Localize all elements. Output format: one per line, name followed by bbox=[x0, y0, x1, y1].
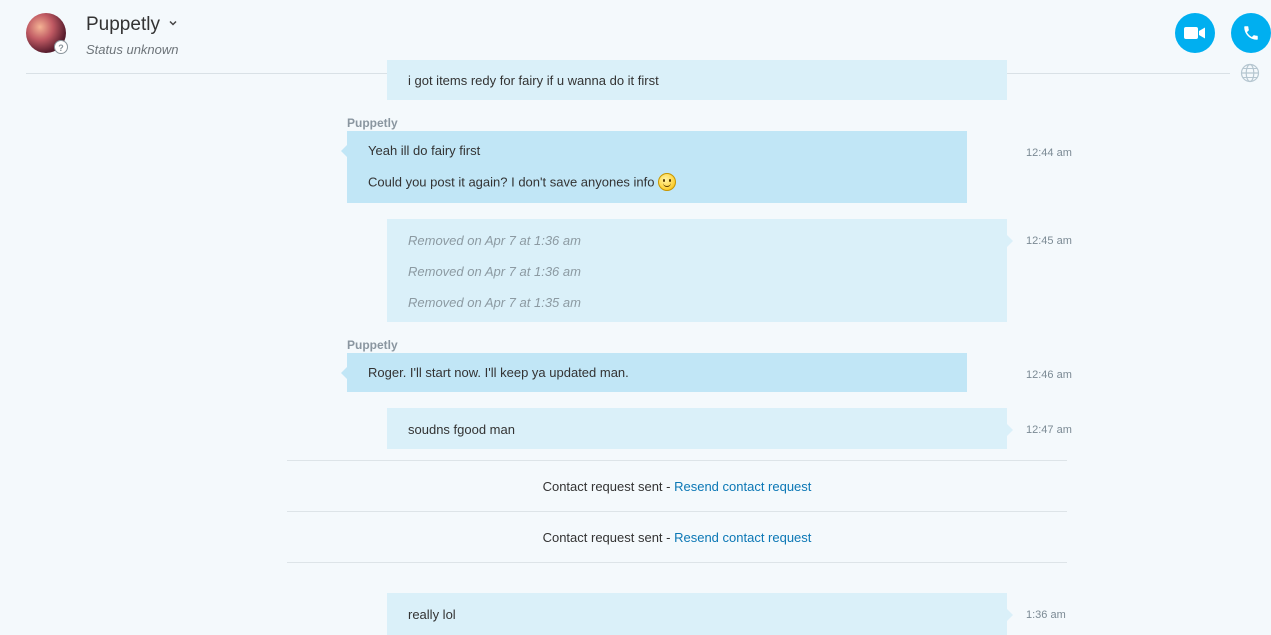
contact-request-notice: Contact request sent - Resend contact re… bbox=[287, 479, 1067, 494]
status-unknown-icon: ? bbox=[54, 40, 68, 54]
message-timestamp: 1:36 am bbox=[1026, 609, 1066, 621]
chevron-down-icon[interactable] bbox=[168, 18, 178, 28]
message-bubble-outgoing[interactable]: Removed on Apr 7 at 1:36 am Removed on A… bbox=[387, 219, 1013, 322]
message-timestamp: 12:45 am bbox=[1026, 235, 1072, 247]
resend-contact-request-link[interactable]: Resend contact request bbox=[674, 479, 811, 494]
phone-icon bbox=[1244, 26, 1258, 40]
message-bubble-outgoing[interactable]: soudns fgood man bbox=[387, 408, 1013, 449]
video-call-button[interactable] bbox=[1175, 13, 1215, 53]
message-text: really lol bbox=[408, 607, 456, 622]
removed-message-text: Removed on Apr 7 at 1:36 am bbox=[408, 233, 581, 248]
message-text: Could you post it again? I don't save an… bbox=[368, 174, 655, 190]
divider bbox=[287, 460, 1067, 461]
contact-request-notice: Contact request sent - Resend contact re… bbox=[287, 530, 1067, 545]
removed-message-text: Removed on Apr 7 at 1:35 am bbox=[408, 295, 581, 310]
message-bubble-incoming[interactable]: Roger. I'll start now. I'll keep ya upda… bbox=[341, 353, 967, 392]
message-text: Yeah ill do fairy first bbox=[368, 143, 481, 158]
message-timestamp: 12:44 am bbox=[1026, 147, 1072, 159]
message-text: i got items redy for fairy if u wanna do… bbox=[408, 73, 659, 88]
video-camera-icon bbox=[1184, 27, 1205, 39]
notice-text: Contact request sent - bbox=[542, 479, 675, 494]
message-timestamp: 12:46 am bbox=[1026, 369, 1072, 381]
message-bubble-incoming[interactable]: Yeah ill do fairy first Could you post i… bbox=[341, 131, 967, 203]
contact-status: Status unknown bbox=[86, 42, 179, 57]
message-text: soudns fgood man bbox=[408, 422, 515, 437]
message-bubble-outgoing[interactable]: i got items redy for fairy if u wanna do… bbox=[387, 60, 1007, 100]
message-text: Roger. I'll start now. I'll keep ya upda… bbox=[368, 365, 629, 380]
notice-text: Contact request sent - bbox=[542, 530, 675, 545]
message-bubble-outgoing[interactable]: really lol bbox=[387, 593, 1013, 635]
message-sender: Puppetly bbox=[347, 116, 398, 130]
resend-contact-request-link[interactable]: Resend contact request bbox=[674, 530, 811, 545]
globe-icon[interactable] bbox=[1240, 63, 1260, 83]
divider bbox=[287, 562, 1067, 563]
divider bbox=[287, 511, 1067, 512]
contact-name[interactable]: Puppetly bbox=[86, 14, 160, 36]
removed-message-text: Removed on Apr 7 at 1:36 am bbox=[408, 264, 581, 279]
message-sender: Puppetly bbox=[347, 338, 398, 352]
message-timestamp: 12:47 am bbox=[1026, 424, 1072, 436]
audio-call-button[interactable] bbox=[1231, 13, 1271, 53]
smile-emoji-icon bbox=[657, 173, 676, 191]
